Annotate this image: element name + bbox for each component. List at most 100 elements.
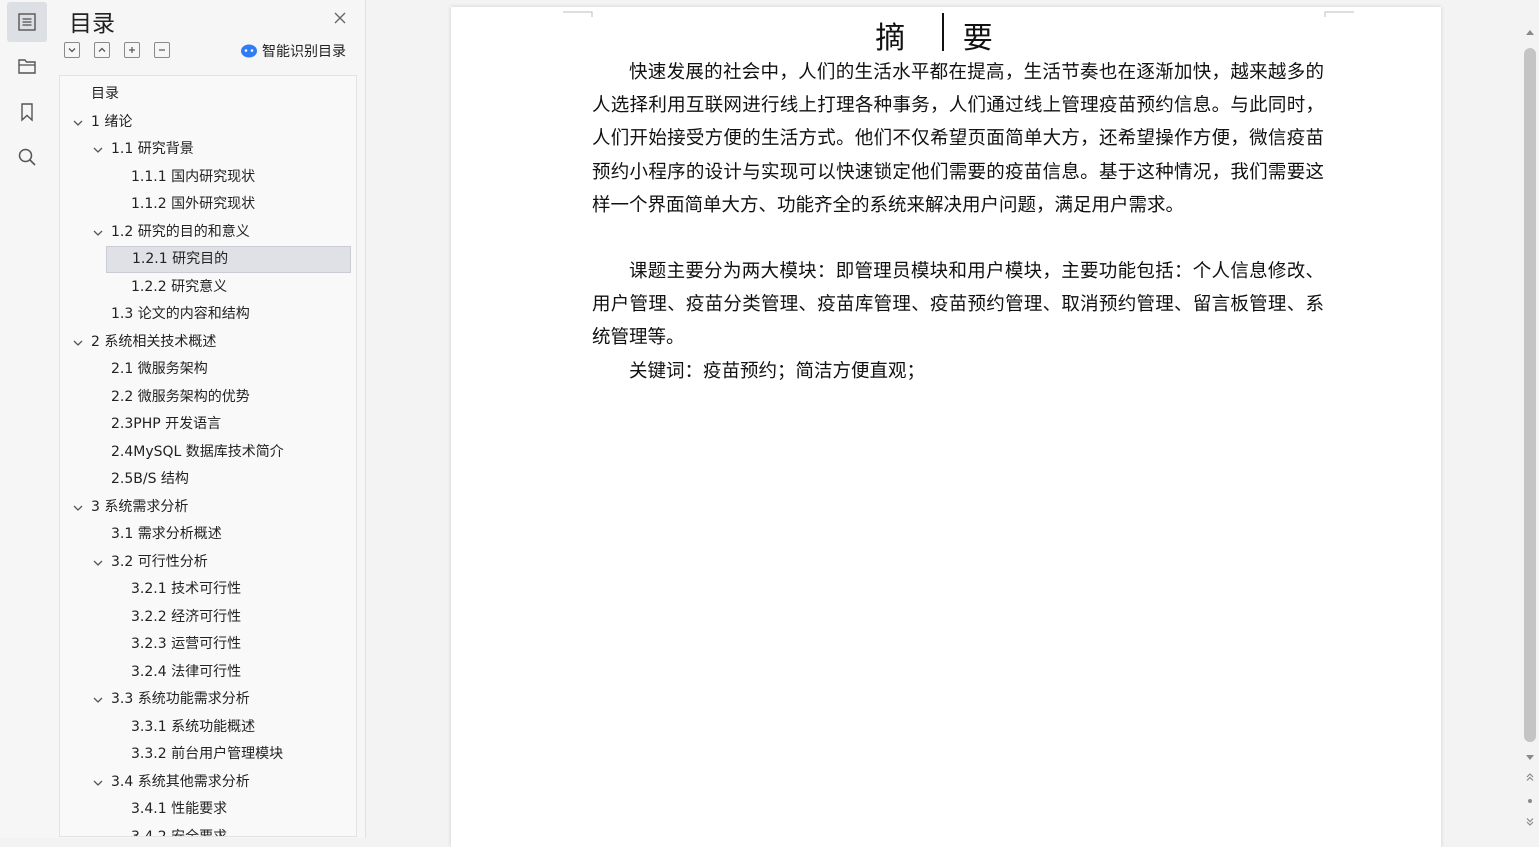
toc-item[interactable]: 1.2.1 研究目的 (106, 246, 351, 273)
toc-item[interactable]: 目录 (60, 81, 356, 108)
prev-page-button[interactable] (1524, 771, 1536, 783)
chevron-down-icon[interactable] (91, 776, 105, 790)
toc-item-label: 1.1.1 国内研究现状 (131, 168, 256, 185)
next-page-button[interactable] (1524, 816, 1536, 828)
toc-item[interactable]: 1.3 论文的内容和结构 (60, 301, 356, 328)
toc-item-label: 3.3 系统功能需求分析 (111, 691, 250, 707)
toc-item-label: 1.2.1 研究目的 (132, 251, 229, 267)
toc-item[interactable]: 3.2.2 经济可行性 (60, 604, 356, 631)
toc-item[interactable]: 3.2.1 技术可行性 (60, 576, 356, 603)
text-cursor (942, 13, 944, 51)
chevron-down-icon[interactable] (91, 556, 105, 570)
toc-item-label: 3.1 需求分析概述 (111, 526, 222, 542)
document-view[interactable]: 摘 要 快速发展的社会中，人们的生活水平都在提高，生活节奏也在逐渐加快，越来越多… (366, 0, 1521, 847)
chevron-down-icon[interactable] (71, 501, 85, 515)
plus-icon (129, 47, 135, 53)
toc-item-label: 2.3PHP 开发语言 (111, 416, 222, 432)
toc-item-label: 2.2 微服务架构的优势 (111, 388, 250, 405)
toc-item[interactable]: 2 系统相关技术概述 (60, 329, 356, 356)
document-paragraph: 快速发展的社会中，人们的生活水平都在提高，生活节奏也在逐渐加快，越来越多的人选择… (592, 62, 1324, 216)
toc-item[interactable]: 2.4MySQL 数据库技术简介 (60, 439, 356, 466)
minus-icon (159, 49, 165, 51)
toc-item-label: 3.2.2 经济可行性 (131, 608, 242, 625)
toc-item-label: 1.1 研究背景 (111, 141, 194, 157)
vertical-scrollbar[interactable] (1521, 0, 1539, 838)
toc-item[interactable]: 3.3 系统功能需求分析 (60, 686, 356, 713)
scrollbar-thumb[interactable] (1524, 48, 1536, 742)
bookmark-button[interactable] (7, 92, 47, 132)
toc-item-label: 2.1 微服务架构 (111, 361, 208, 377)
toc-item[interactable]: 3.4.1 性能要求 (60, 796, 356, 823)
toc-item-label: 目录 (91, 86, 119, 102)
toc-item[interactable]: 3.2.3 运营可行性 (60, 631, 356, 658)
toc-item-label: 2.5B/S 结构 (111, 471, 189, 487)
toc-item[interactable]: 3.3.2 前台用户管理模块 (60, 741, 356, 768)
toc-item-label: 3.3.2 前台用户管理模块 (131, 746, 284, 762)
toc-item-label: 1.2.2 研究意义 (131, 278, 228, 295)
chevron-down-icon[interactable] (91, 143, 105, 157)
toc-item[interactable]: 3.2.4 法律可行性 (60, 659, 356, 686)
double-chevron-up-icon (1526, 773, 1534, 781)
scroll-up-button[interactable] (1524, 27, 1536, 39)
toc-item[interactable]: 3.2 可行性分析 (60, 549, 356, 576)
toc-panel: 目录 智能识别目录 目录 1 绪论 1.1 研究背景 1.1.1 国内研究现状 … (55, 0, 366, 838)
toc-item[interactable]: 1.2 研究的目的和意义 (60, 219, 356, 246)
sidebar-rail (0, 0, 56, 838)
toc-item-label: 1.1.2 国外研究现状 (131, 196, 256, 212)
chevron-down-icon[interactable] (91, 693, 105, 707)
toc-item[interactable]: 1.1.2 国外研究现状 (60, 191, 356, 218)
bookmark-icon (21, 103, 33, 122)
toc-item-label: 3.2.4 法律可行性 (131, 663, 242, 680)
chevron-down-icon[interactable] (71, 336, 85, 350)
toc-item-label: 3.2 可行性分析 (111, 553, 208, 570)
expand-all-button[interactable] (64, 42, 80, 58)
toc-list: 目录 1 绪论 1.1 研究背景 1.1.1 国内研究现状 1.1.2 国外研究现状 1.… (59, 75, 357, 837)
toc-item-label: 3.4.1 性能要求 (131, 801, 228, 817)
toc-item-label: 2.4MySQL 数据库技术简介 (111, 443, 284, 460)
outline-icon (18, 13, 36, 31)
toc-item[interactable]: 2.2 微服务架构的优势 (60, 384, 356, 411)
chapter-icon (18, 59, 36, 74)
toc-item-label: 1.3 论文的内容和结构 (111, 306, 250, 322)
add-entry-button[interactable] (124, 42, 140, 58)
triangle-down-icon (1526, 755, 1534, 760)
toc-item-label: 1 绪论 (91, 113, 133, 130)
document-heading: 摘 要 (875, 21, 1017, 56)
toc-item[interactable]: 1.1 研究背景 (60, 136, 356, 163)
toc-item[interactable]: 3 系统需求分析 (60, 494, 356, 521)
toc-item[interactable]: 1 绪论 (60, 109, 356, 136)
toc-item[interactable]: 1.2.2 研究意义 (60, 274, 356, 301)
chevron-down-icon (68, 48, 76, 53)
collapse-all-button[interactable] (94, 42, 110, 58)
search-icon (18, 148, 36, 166)
toc-item[interactable]: 3.3.1 系统功能概述 (60, 714, 356, 741)
toc-item[interactable]: 1.1.1 国内研究现状 (60, 164, 356, 191)
document-page[interactable]: 摘 要 快速发展的社会中，人们的生活水平都在提高，生活节奏也在逐渐加快，越来越多… (451, 7, 1441, 847)
dot-icon (1528, 799, 1532, 803)
toc-toggle-button[interactable] (7, 2, 47, 42)
chevron-down-icon[interactable] (91, 226, 105, 240)
ai-icon (241, 44, 257, 58)
toc-item[interactable]: 2.3PHP 开发语言 (60, 411, 356, 438)
toc-item-label: 3.2.3 运营可行性 (131, 636, 242, 652)
triangle-up-icon (1526, 30, 1534, 35)
toc-item[interactable]: 2.1 微服务架构 (60, 356, 356, 383)
search-button[interactable] (7, 137, 47, 177)
toc-item[interactable]: 3.1 需求分析概述 (60, 521, 356, 548)
toc-item-label: 3.3.1 系统功能概述 (131, 718, 256, 735)
double-chevron-down-icon (1526, 818, 1534, 826)
chapter-nav-button[interactable] (7, 46, 47, 86)
scroll-down-button[interactable] (1524, 751, 1536, 763)
toc-item[interactable]: 3.4 系统其他需求分析 (60, 769, 356, 796)
toc-item[interactable]: 3.4.2 安全要求 (60, 824, 356, 837)
document-paragraph: 关键词：疫苗预约；简洁方便直观； (629, 361, 926, 382)
remove-entry-button[interactable] (154, 42, 170, 58)
smart-toc-button[interactable]: 智能识别目录 (240, 40, 346, 62)
toc-item-label: 1.2 研究的目的和意义 (111, 223, 250, 240)
close-icon (334, 12, 346, 24)
close-toc-button[interactable] (330, 8, 350, 28)
document-paragraph: 课题主要分为两大模块：即管理员模块和用户模块，主要功能包括：个人信息修改、用户管… (592, 261, 1324, 349)
page-jump-button[interactable] (1524, 795, 1536, 807)
toc-item[interactable]: 2.5B/S 结构 (60, 466, 356, 493)
chevron-down-icon[interactable] (71, 116, 85, 130)
